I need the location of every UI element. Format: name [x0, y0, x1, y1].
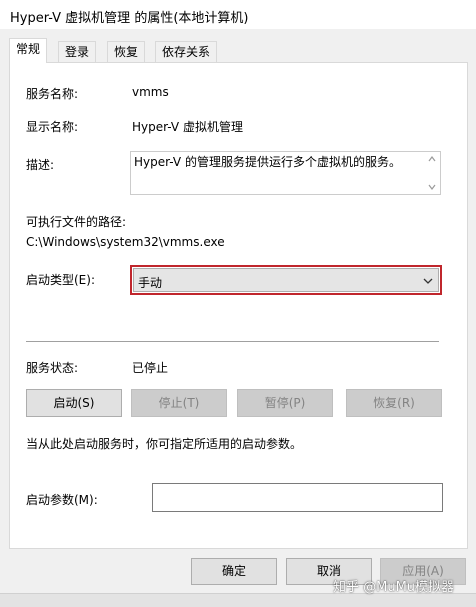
background-window-strip — [0, 593, 476, 607]
tab-recovery[interactable]: 恢复 — [107, 41, 146, 62]
service-name-label: 服务名称: — [26, 87, 79, 101]
pause-button[interactable]: 暂停(P) — [237, 389, 333, 417]
tab-general[interactable]: 常规 — [9, 38, 48, 63]
stop-button[interactable]: 停止(T) — [131, 389, 227, 417]
executable-path-value: C:\Windows\system32\vmms.exe — [26, 235, 225, 249]
startup-type-select[interactable]: 手动 — [133, 268, 439, 292]
resume-button[interactable]: 恢复(R) — [346, 389, 442, 417]
start-params-hint: 当从此处启动服务时，你可指定所适用的启动参数。 — [26, 437, 303, 451]
start-params-input[interactable] — [152, 483, 443, 512]
properties-dialog: Hyper-V 虚拟机管理 的属性(本地计算机) 常规 登录 恢复 依存关系 服… — [0, 0, 476, 607]
scroll-up-arrow-icon[interactable] — [428, 155, 436, 163]
window-title: Hyper-V 虚拟机管理 的属性(本地计算机) — [10, 11, 249, 26]
ok-button[interactable]: 确定 — [191, 558, 277, 585]
scroll-down-arrow-icon[interactable] — [428, 183, 436, 191]
startup-type-dropdown[interactable]: 手动 — [130, 265, 442, 295]
watermark: 知乎 @MuMu模拟器 — [333, 580, 455, 595]
description-label: 描述: — [26, 158, 55, 172]
service-status-label: 服务状态: — [26, 361, 79, 375]
title-bar[interactable]: Hyper-V 虚拟机管理 的属性(本地计算机) — [0, 0, 476, 30]
description-textbox[interactable]: Hyper-V 的管理服务提供运行多个虚拟机的服务。 — [130, 151, 441, 195]
display-name-label: 显示名称: — [26, 120, 79, 134]
start-params-label: 启动参数(M): — [26, 493, 98, 507]
dropdown-chevron-icon — [423, 278, 433, 284]
separator — [26, 341, 439, 342]
startup-type-value: 手动 — [138, 276, 163, 290]
service-status-value: 已停止 — [132, 361, 169, 375]
executable-path-label: 可执行文件的路径: — [26, 215, 127, 229]
service-name-value: vmms — [132, 85, 169, 99]
display-name-value: Hyper-V 虚拟机管理 — [132, 120, 243, 134]
description-text: Hyper-V 的管理服务提供运行多个虚拟机的服务。 — [134, 155, 401, 169]
tab-logon[interactable]: 登录 — [58, 41, 97, 62]
startup-type-label: 启动类型(E): — [26, 273, 95, 287]
start-button[interactable]: 启动(S) — [26, 389, 122, 417]
tab-dependencies[interactable]: 依存关系 — [155, 41, 218, 62]
description-scrollbar[interactable] — [424, 152, 440, 194]
general-tab-panel: 服务名称: vmms 显示名称: Hyper-V 虚拟机管理 描述: Hyper… — [9, 62, 468, 549]
